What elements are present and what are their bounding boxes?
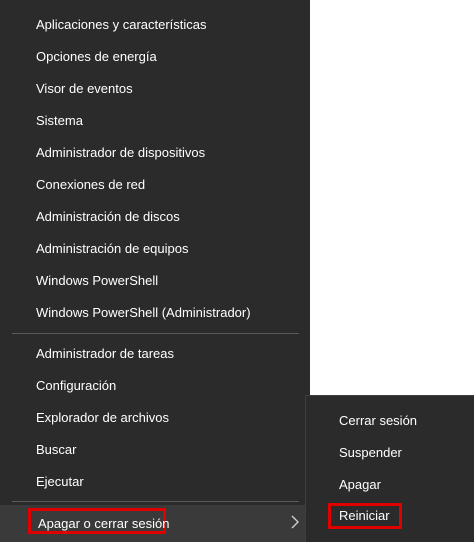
menu-item-task-manager[interactable]: Administrador de tareas (0, 338, 310, 370)
menu-item-computer-management[interactable]: Administración de equipos (0, 233, 310, 265)
shutdown-signout-label: Apagar o cerrar sesión (38, 516, 170, 531)
restart-label: Reiniciar (339, 508, 390, 523)
menu-item-shutdown-signout[interactable]: Apagar o cerrar sesión (0, 505, 310, 542)
menu-item-run[interactable]: Ejecutar (0, 466, 310, 498)
menu-item-disk-management[interactable]: Administración de discos (0, 201, 310, 233)
menu-divider (12, 501, 299, 502)
submenu-item-sleep[interactable]: Suspender (306, 437, 474, 469)
menu-item-system[interactable]: Sistema (0, 105, 310, 137)
shutdown-signout-highlight: Apagar o cerrar sesión (28, 508, 170, 534)
menu-item-device-manager[interactable]: Administrador de dispositivos (0, 137, 310, 169)
menu-item-file-explorer[interactable]: Explorador de archivos (0, 402, 310, 434)
submenu-item-restart[interactable]: Reiniciar (328, 503, 402, 529)
menu-item-search[interactable]: Buscar (0, 434, 310, 466)
menu-item-event-viewer[interactable]: Visor de eventos (0, 73, 310, 105)
desktop-stage: Aplicaciones y características Opciones … (0, 0, 474, 542)
submenu-item-shut-down[interactable]: Apagar (306, 469, 474, 501)
menu-divider (12, 333, 299, 334)
menu-item-powershell[interactable]: Windows PowerShell (0, 265, 310, 297)
menu-item-powershell-admin[interactable]: Windows PowerShell (Administrador) (0, 297, 310, 329)
quick-link-menu: Aplicaciones y características Opciones … (0, 0, 310, 542)
chevron-right-icon (291, 515, 299, 529)
menu-item-apps-features[interactable]: Aplicaciones y características (0, 9, 310, 41)
power-submenu: Cerrar sesión Suspender Apagar Reiniciar (305, 395, 474, 542)
submenu-item-sign-out[interactable]: Cerrar sesión (306, 405, 474, 437)
menu-item-settings[interactable]: Configuración (0, 370, 310, 402)
menu-item-power-options[interactable]: Opciones de energía (0, 41, 310, 73)
menu-item-network-connections[interactable]: Conexiones de red (0, 169, 310, 201)
